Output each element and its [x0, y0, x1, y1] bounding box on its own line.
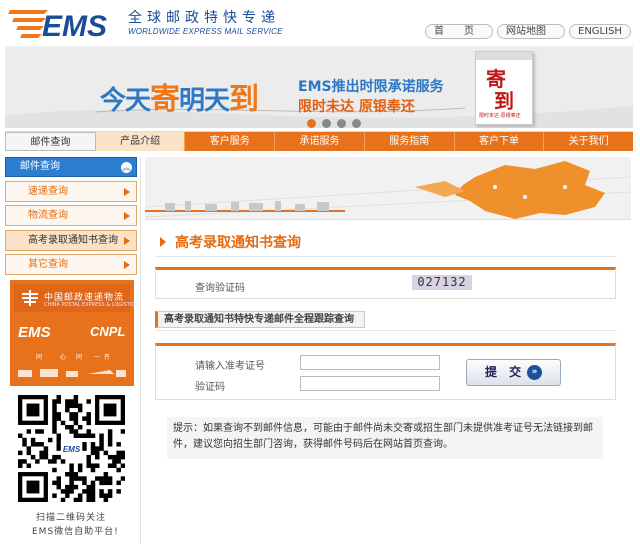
sidebar-item-label: 物流查询	[28, 210, 68, 221]
sidebar-item-label: 速递查询	[28, 186, 68, 197]
home-link-label: 首 页	[434, 26, 474, 37]
slogan-part-d: 到	[229, 82, 259, 117]
sidebar-item-label: 高考录取通知书查询	[28, 235, 118, 246]
verify-code-input-label: 验证码	[195, 382, 225, 393]
banner-dot-1[interactable]	[307, 119, 316, 128]
submit-button[interactable]: 提 交 »	[466, 359, 561, 386]
ems-mini-logo: EMS	[18, 324, 51, 341]
nav-tab-service-guide[interactable]: 服务指南	[364, 132, 455, 151]
brand-english: WORLDWIDE EXPRESS MAIL SERVICE	[128, 27, 283, 36]
english-link-label: ENGLISH	[578, 26, 622, 37]
banner-dot-4[interactable]	[352, 119, 361, 128]
nav-tab-mail-query[interactable]: 邮件查询	[5, 132, 96, 151]
ems-wing-icon: EMS	[8, 10, 107, 43]
sidebar-ad-strip: 同 心 同 一 齐	[14, 352, 130, 362]
promo-banner[interactable]: 今天寄明天到 EMS推出时限承诺服务 限时未达 原银奉还 寄 到 限时未达·原银…	[5, 46, 633, 128]
page-title: 高考录取通知书查询	[175, 235, 301, 251]
banner-dot-3[interactable]	[337, 119, 346, 128]
arrow-right-icon	[124, 261, 130, 269]
strip-char: 一 齐	[94, 354, 111, 361]
sidebar-item-admission-query[interactable]: 高考录取通知书查询	[5, 230, 137, 251]
qr-code-icon: EMS	[18, 395, 126, 503]
nav-tab-customer-service[interactable]: 客户服务	[185, 132, 276, 151]
main-nav: 邮件查询 产品介绍 客户服务 承诺服务 服务指南 客户下单 关于我们	[5, 131, 634, 151]
title-divider	[155, 256, 617, 257]
subtitle-divider	[155, 330, 617, 331]
china-post-icon	[22, 290, 38, 306]
sidebar-item-express-query[interactable]: 速递查询	[5, 181, 137, 202]
nav-tab-promise-service[interactable]: 承诺服务	[275, 132, 365, 151]
exam-number-label: 请输入准考证号	[195, 361, 265, 372]
calendar-graphic: 寄 到 限时未达·原银奉还	[475, 51, 533, 125]
cnpl-logo: CNPL	[90, 324, 126, 339]
double-arrow-icon: »	[527, 365, 542, 380]
verify-code-label: 查询验证码	[195, 283, 245, 294]
strip-char: 同	[36, 354, 44, 361]
verify-code-input[interactable]	[300, 376, 440, 391]
arrow-right-icon	[124, 212, 130, 220]
title-arrow-icon	[160, 237, 166, 247]
hint-text: 提示：如果查询不到邮件信息，可能由于邮件尚未交寄或招生部门未提供准考证号无法链接…	[173, 423, 593, 450]
nav-tab-products[interactable]: 产品介绍	[95, 132, 186, 151]
qr-caption-line1: 扫描二维码关注	[36, 513, 107, 523]
slogan-part-a: 今天	[100, 86, 151, 116]
sidebar-item-logistics-query[interactable]: 物流查询	[5, 205, 137, 226]
home-link[interactable]: 首 页	[425, 24, 493, 39]
sidebar-ad[interactable]: 中国邮政速递物流 CHINA POSTAL EXPRESS & LOGISTIC…	[10, 280, 138, 386]
exam-number-input[interactable]	[300, 355, 440, 370]
arrow-right-icon	[124, 237, 130, 245]
strip-char: 心	[60, 354, 68, 361]
sidebar-item-other-query[interactable]: 其它查询	[5, 254, 137, 275]
submit-button-label: 提 交	[485, 365, 526, 379]
arrow-right-icon	[124, 188, 130, 196]
tracking-subtitle-tab: 高考录取通知书特快专递邮件全程跟踪查询	[155, 311, 365, 328]
column-divider	[140, 157, 141, 544]
banner-line1: EMS推出时限承诺服务	[298, 79, 444, 95]
china-map-icon	[145, 161, 631, 219]
nav-tab-customer-order[interactable]: 客户下单	[454, 132, 545, 151]
calendar-char2: 到	[494, 89, 514, 113]
calendar-small-text: 限时未达·原银奉还	[479, 113, 521, 119]
ems-logo[interactable]: EMS	[8, 4, 118, 43]
sidebar-ad-top: 中国邮政速递物流 CHINA POSTAL EXPRESS & LOGISTIC…	[14, 284, 138, 312]
sitemap-link-label: 网站地图	[506, 26, 546, 37]
slogan-part-b: 寄	[150, 82, 180, 117]
strip-char: 同	[76, 354, 84, 361]
sitemap-link[interactable]: 网站地图	[497, 24, 565, 39]
sidebar-header-label: 邮件查询	[20, 161, 60, 172]
sidebar-item-label: 其它查询	[28, 259, 68, 270]
banner-line2: 限时未达 原银奉还	[298, 99, 415, 115]
vehicles-icon	[18, 369, 126, 377]
english-link[interactable]: ENGLISH	[569, 24, 631, 39]
svg-text:EMS: EMS	[42, 10, 107, 42]
sidebar-header[interactable]: 邮件查询 ︽	[5, 157, 137, 177]
nav-tab-about-us[interactable]: 关于我们	[544, 132, 634, 151]
collapse-up-icon[interactable]: ︽	[121, 162, 132, 173]
hint-box: 提示：如果查询不到邮件信息，可能由于邮件尚未交寄或招生部门未提供准考证号无法链接…	[167, 417, 603, 459]
map-banner	[145, 157, 631, 220]
slogan-part-c: 明天	[179, 86, 230, 116]
brand-chinese: 全球邮政特快专递	[128, 10, 280, 26]
banner-slogan: 今天寄明天到	[100, 74, 259, 118]
svg-text:EMS: EMS	[63, 445, 81, 454]
wechat-qr-code: EMS	[18, 395, 126, 503]
qr-caption-line2: EMS微信自助平台!	[32, 527, 119, 537]
calendar-rings	[476, 52, 532, 60]
captcha-image[interactable]: 027132	[412, 275, 472, 290]
china-post-english: CHINA POSTAL EXPRESS & LOGISTICS	[44, 302, 138, 308]
banner-dot-2[interactable]	[322, 119, 331, 128]
